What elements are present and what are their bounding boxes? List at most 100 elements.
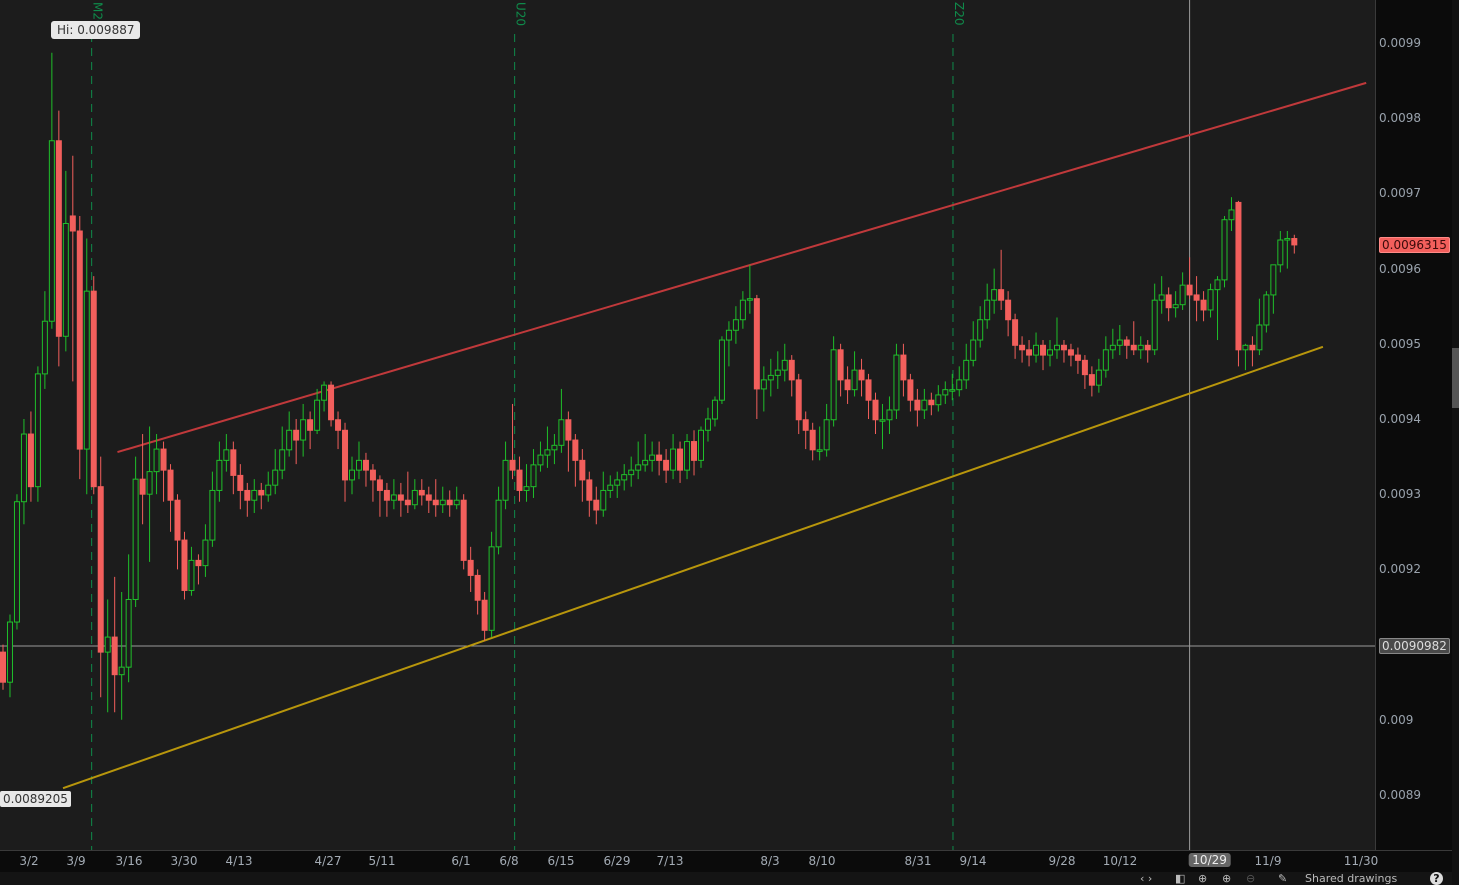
candle-up xyxy=(879,419,886,422)
candle-up xyxy=(125,598,132,668)
candle-down xyxy=(1123,339,1130,346)
candle-up xyxy=(1109,344,1116,351)
candle-up xyxy=(886,409,893,421)
date-tick-label: 10/12 xyxy=(1102,854,1138,868)
date-tick-label: 9/28 xyxy=(1048,854,1076,868)
candle-up xyxy=(411,489,418,506)
candle-down xyxy=(1235,201,1242,351)
date-tick-label: 4/13 xyxy=(225,854,253,868)
candle-down xyxy=(1130,344,1137,351)
date-axis[interactable]: 10/29 3/2 3/9 3/16 3/30 4/13 4/27 5/11 6/1 6/8 6/… xyxy=(0,850,1452,873)
price-tick-label: 0.0095 xyxy=(1379,336,1421,351)
candle-up xyxy=(1242,344,1249,351)
candle-down xyxy=(788,359,795,381)
candle-down xyxy=(397,494,404,501)
candle-up xyxy=(216,459,223,491)
candle-up xyxy=(1095,369,1102,386)
candle-up xyxy=(544,449,551,456)
candle-up xyxy=(991,289,998,301)
candle-down xyxy=(1074,354,1081,361)
candle-up xyxy=(34,373,41,488)
date-tick-label: 5/11 xyxy=(368,854,396,868)
candle-up xyxy=(251,489,258,501)
drawing-tools-icon[interactable]: ◧ xyxy=(1175,872,1185,885)
candle-up xyxy=(13,501,20,623)
candle-down xyxy=(376,479,383,491)
candle-down xyxy=(328,384,335,421)
date-tick-label: 6/1 xyxy=(451,854,471,868)
candle-up xyxy=(104,636,111,653)
candle-up xyxy=(1277,239,1284,266)
candle-up xyxy=(649,454,656,461)
candle-up xyxy=(188,559,195,591)
vertical-scrollbar[interactable] xyxy=(1452,0,1459,885)
price-chart-plot[interactable]: M20 U20 Z20 Hi: 0.009887 0.0089205 xyxy=(0,0,1375,850)
candle-up xyxy=(1053,344,1060,351)
candle-up xyxy=(963,359,970,381)
candle-down xyxy=(474,574,481,601)
candle-down xyxy=(244,489,251,501)
date-tick-label: 4/27 xyxy=(314,854,342,868)
candle-down xyxy=(1019,344,1026,351)
candle-up xyxy=(321,384,328,401)
candle-up xyxy=(718,339,725,401)
candle-up xyxy=(621,474,628,481)
candle-down xyxy=(307,419,314,431)
pan-arrows-icon[interactable]: ‹ › xyxy=(1140,872,1152,885)
candle-up xyxy=(1172,304,1179,309)
candle-down xyxy=(579,459,586,481)
candle-up xyxy=(600,489,607,511)
trendline-price-label: 0.0089205 xyxy=(0,791,71,807)
date-tick-label: 8/10 xyxy=(808,854,836,868)
candle-up xyxy=(551,444,558,451)
candle-down xyxy=(565,419,572,441)
candle-up xyxy=(628,469,635,476)
crosshair-icon[interactable]: ⊕ xyxy=(1198,872,1207,885)
zoom-out-icon[interactable]: ⊖ xyxy=(1246,872,1255,885)
scrollbar-thumb[interactable] xyxy=(1452,348,1459,408)
candle-up xyxy=(684,441,691,471)
candle-down xyxy=(425,494,432,501)
candle-down xyxy=(1200,299,1207,311)
candle-up xyxy=(1047,349,1053,356)
candle-down xyxy=(90,290,97,488)
candle-up xyxy=(537,454,544,466)
candle-up xyxy=(223,449,230,461)
candle-up xyxy=(1263,294,1270,326)
zoom-in-icon[interactable]: ⊕ xyxy=(1222,872,1231,885)
candle-down xyxy=(1040,344,1047,356)
candle-down xyxy=(1088,374,1095,386)
shared-drawings-button[interactable]: Shared drawings xyxy=(1305,872,1397,885)
candle-up xyxy=(1116,339,1123,346)
date-tick-label: 6/8 xyxy=(499,854,519,868)
candle-down xyxy=(160,448,167,471)
candle-down xyxy=(97,486,104,653)
candle-up xyxy=(62,222,69,337)
candle-up xyxy=(942,389,949,396)
candle-up xyxy=(607,484,614,491)
candle-down xyxy=(181,539,188,591)
candle-up xyxy=(1179,284,1186,306)
price-tick-label: 0.0098 xyxy=(1379,111,1421,126)
candle-down xyxy=(1193,294,1200,301)
candle-up xyxy=(132,478,139,600)
candle-down xyxy=(593,499,600,511)
candle-up xyxy=(286,429,293,451)
candle-up xyxy=(153,448,160,473)
candle-up xyxy=(1137,344,1144,351)
candle-down xyxy=(404,499,411,506)
candle-down xyxy=(111,636,118,676)
candle-down xyxy=(258,489,265,496)
candle-down xyxy=(27,433,34,488)
candle-down xyxy=(362,459,369,471)
candle-down xyxy=(998,289,1005,301)
candle-up xyxy=(984,299,991,321)
candle-up xyxy=(6,621,13,683)
candle-up xyxy=(530,464,537,488)
help-button[interactable]: ? xyxy=(1430,872,1443,885)
candle-down xyxy=(516,469,523,491)
candle-up xyxy=(83,290,90,450)
pencil-icon[interactable]: ✎ xyxy=(1278,872,1287,885)
price-axis[interactable]: 0.0096315 0.0090982 0.0099 0.0098 0.0097 0.… xyxy=(1375,0,1453,850)
price-tick-label: 0.0093 xyxy=(1379,487,1421,502)
